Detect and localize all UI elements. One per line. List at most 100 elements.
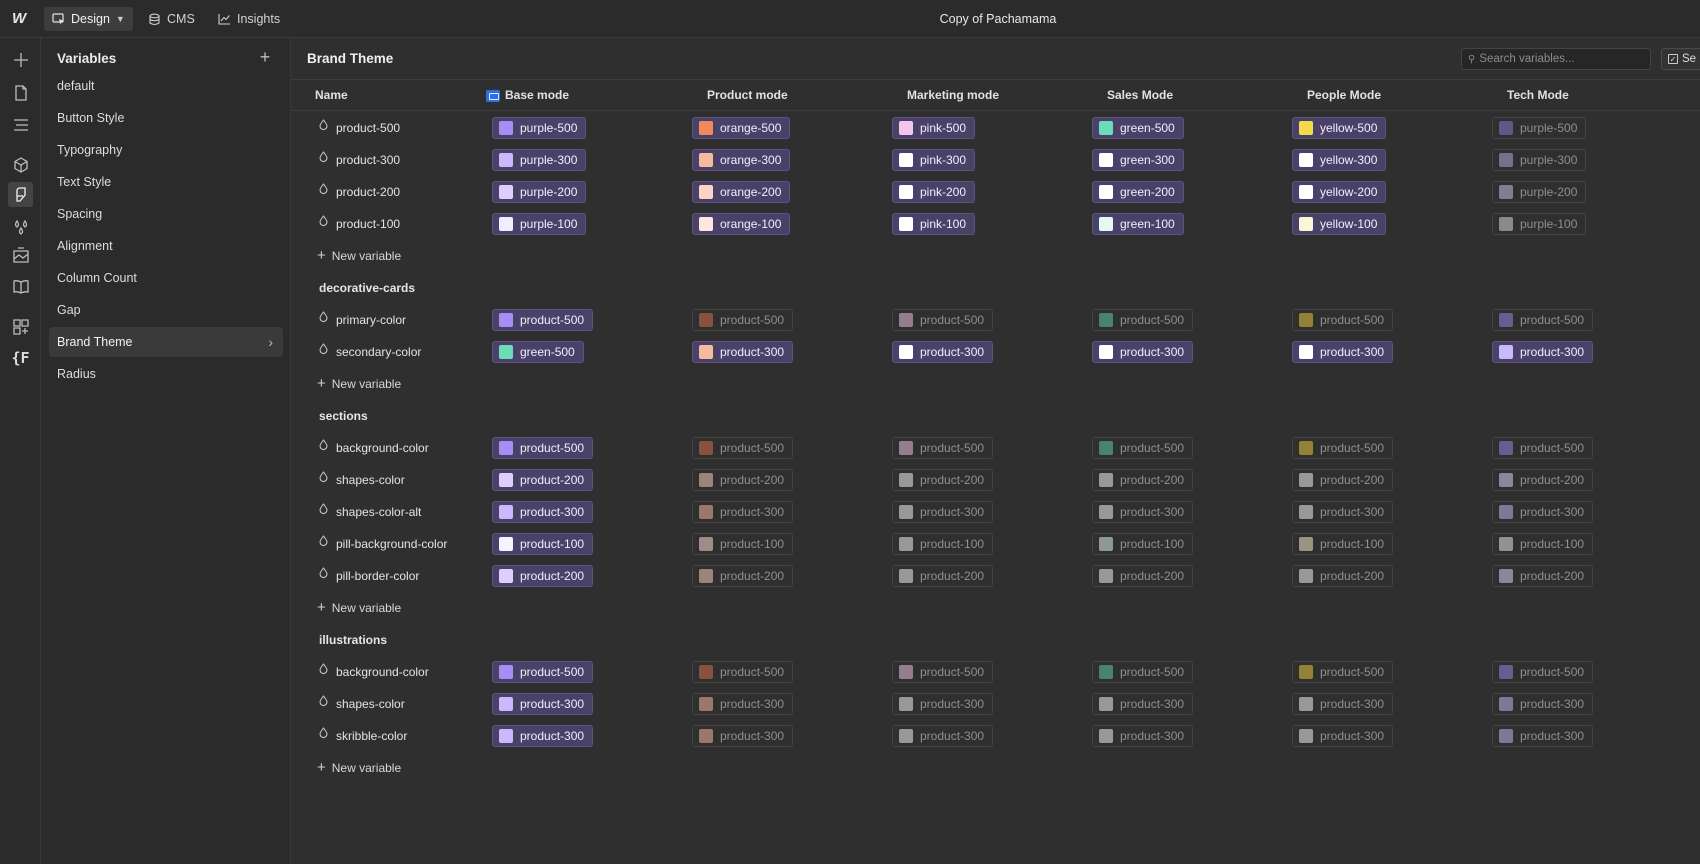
mode-value-chip[interactable]: green-500 bbox=[492, 341, 584, 363]
mode-value-chip[interactable]: product-300 bbox=[1492, 501, 1594, 523]
variable-name[interactable]: pill-border-color bbox=[319, 560, 419, 592]
mode-value-chip[interactable]: product-100 bbox=[892, 533, 994, 555]
mode-value-chip[interactable]: purple-300 bbox=[1492, 149, 1587, 171]
mode-value-chip[interactable]: product-300 bbox=[492, 501, 594, 523]
mode-value-chip[interactable]: product-300 bbox=[892, 501, 994, 523]
mode-value-chip[interactable]: product-300 bbox=[1092, 725, 1194, 747]
mode-value-chip[interactable]: product-100 bbox=[1292, 533, 1394, 555]
mode-value-chip[interactable]: product-300 bbox=[1492, 693, 1594, 715]
mode-value-chip[interactable]: product-500 bbox=[692, 309, 794, 331]
mode-value-chip[interactable]: product-500 bbox=[492, 437, 594, 459]
mode-value-chip[interactable]: purple-500 bbox=[1492, 117, 1587, 139]
mode-value-chip[interactable]: purple-200 bbox=[1492, 181, 1587, 203]
collection-item[interactable]: Brand Theme › bbox=[49, 327, 283, 357]
mode-value-chip[interactable]: product-300 bbox=[692, 725, 794, 747]
mode-value-chip[interactable]: product-300 bbox=[1092, 341, 1194, 363]
mode-value-chip[interactable]: product-500 bbox=[1492, 437, 1594, 459]
mode-value-chip[interactable]: orange-500 bbox=[692, 117, 791, 139]
mode-value-chip[interactable]: product-300 bbox=[1292, 501, 1394, 523]
mode-value-chip[interactable]: product-300 bbox=[1092, 693, 1194, 715]
column-header[interactable]: Marketing mode bbox=[907, 80, 999, 111]
mode-value-chip[interactable]: product-300 bbox=[1292, 341, 1394, 363]
apps-icon[interactable] bbox=[8, 314, 33, 339]
assets-drops-icon[interactable] bbox=[8, 214, 33, 239]
mode-value-chip[interactable]: product-300 bbox=[692, 501, 794, 523]
mode-value-chip[interactable]: orange-100 bbox=[692, 213, 791, 235]
mode-value-chip[interactable]: pink-300 bbox=[892, 149, 976, 171]
mode-value-chip[interactable]: product-300 bbox=[692, 693, 794, 715]
mode-value-chip[interactable]: product-100 bbox=[692, 533, 794, 555]
mode-value-chip[interactable]: product-500 bbox=[492, 309, 594, 331]
mode-value-chip[interactable]: product-300 bbox=[492, 725, 594, 747]
mode-value-chip[interactable]: product-300 bbox=[1492, 341, 1594, 363]
mode-value-chip[interactable]: yellow-300 bbox=[1292, 149, 1387, 171]
new-variable-button[interactable]: + New variable bbox=[317, 752, 401, 784]
mode-value-chip[interactable]: product-500 bbox=[1492, 309, 1594, 331]
mode-value-chip[interactable]: product-100 bbox=[1092, 533, 1194, 555]
mode-value-chip[interactable]: orange-300 bbox=[692, 149, 791, 171]
new-variable-button[interactable]: + New variable bbox=[317, 368, 401, 400]
mode-value-chip[interactable]: purple-100 bbox=[1492, 213, 1587, 235]
add-collection-button[interactable]: + bbox=[255, 48, 275, 68]
mode-value-chip[interactable]: product-300 bbox=[892, 341, 994, 363]
collection-item[interactable]: Button Style bbox=[49, 103, 283, 133]
column-header[interactable]: Sales Mode bbox=[1107, 80, 1173, 111]
collection-item[interactable]: Gap bbox=[49, 295, 283, 325]
mode-value-chip[interactable]: pink-500 bbox=[892, 117, 976, 139]
mode-value-chip[interactable]: product-500 bbox=[692, 437, 794, 459]
mode-value-chip[interactable]: product-300 bbox=[1292, 725, 1394, 747]
mode-value-chip[interactable]: product-100 bbox=[492, 533, 594, 555]
mode-value-chip[interactable]: product-500 bbox=[1292, 437, 1394, 459]
navigator-icon[interactable] bbox=[8, 112, 33, 137]
mode-value-chip[interactable]: product-300 bbox=[692, 341, 794, 363]
pages-icon[interactable] bbox=[8, 80, 33, 105]
variable-name[interactable]: background-color bbox=[319, 432, 429, 464]
mode-value-chip[interactable]: green-100 bbox=[1092, 213, 1184, 235]
collection-item[interactable]: default bbox=[49, 71, 283, 101]
mode-value-chip[interactable]: product-500 bbox=[892, 309, 994, 331]
mode-value-chip[interactable]: product-200 bbox=[492, 469, 594, 491]
book-icon[interactable] bbox=[8, 273, 33, 298]
mode-value-chip[interactable]: product-200 bbox=[492, 565, 594, 587]
mode-value-chip[interactable]: product-200 bbox=[692, 469, 794, 491]
variable-name[interactable]: secondary-color bbox=[319, 336, 421, 368]
mode-value-chip[interactable]: product-200 bbox=[1292, 469, 1394, 491]
mode-value-chip[interactable]: green-200 bbox=[1092, 181, 1184, 203]
mode-value-chip[interactable]: product-200 bbox=[892, 469, 994, 491]
image-icon[interactable] bbox=[8, 242, 33, 267]
collection-item[interactable]: Typography bbox=[49, 135, 283, 165]
mode-value-chip[interactable]: product-300 bbox=[1492, 725, 1594, 747]
components-icon[interactable] bbox=[8, 152, 33, 177]
collection-item[interactable]: Radius bbox=[49, 359, 283, 389]
mode-value-chip[interactable]: green-500 bbox=[1092, 117, 1184, 139]
mode-value-chip[interactable]: orange-200 bbox=[692, 181, 791, 203]
column-header[interactable]: Product mode bbox=[707, 80, 788, 111]
mode-value-chip[interactable]: product-500 bbox=[1092, 661, 1194, 683]
mode-value-chip[interactable]: purple-300 bbox=[492, 149, 587, 171]
variable-name[interactable]: shapes-color bbox=[319, 464, 405, 496]
mode-value-chip[interactable]: product-500 bbox=[1092, 437, 1194, 459]
mode-value-chip[interactable]: product-300 bbox=[892, 725, 994, 747]
mode-value-chip[interactable]: product-200 bbox=[1092, 469, 1194, 491]
mode-value-chip[interactable]: product-300 bbox=[892, 693, 994, 715]
mode-value-chip[interactable]: purple-100 bbox=[492, 213, 587, 235]
mode-value-chip[interactable]: product-500 bbox=[892, 437, 994, 459]
mode-value-chip[interactable]: product-500 bbox=[892, 661, 994, 683]
mode-value-chip[interactable]: yellow-100 bbox=[1292, 213, 1387, 235]
mode-value-chip[interactable]: product-500 bbox=[1292, 661, 1394, 683]
variable-name[interactable]: skribble-color bbox=[319, 720, 407, 752]
collection-item[interactable]: Column Count bbox=[49, 263, 283, 293]
mode-value-chip[interactable]: yellow-200 bbox=[1292, 181, 1387, 203]
mode-value-chip[interactable]: purple-500 bbox=[492, 117, 587, 139]
mode-value-chip[interactable]: product-500 bbox=[1292, 309, 1394, 331]
new-variable-button[interactable]: + New variable bbox=[317, 592, 401, 624]
mode-value-chip[interactable]: product-300 bbox=[1092, 501, 1194, 523]
mode-value-chip[interactable]: green-300 bbox=[1092, 149, 1184, 171]
variables-f-icon[interactable]: {F bbox=[8, 345, 33, 370]
variable-name[interactable]: pill-background-color bbox=[319, 528, 447, 560]
variable-name[interactable]: product-100 bbox=[319, 208, 400, 240]
variable-name[interactable]: product-300 bbox=[319, 144, 400, 176]
select-button[interactable]: ✓ Se bbox=[1661, 48, 1700, 70]
mode-value-chip[interactable]: product-200 bbox=[1492, 469, 1594, 491]
variable-name[interactable]: primary-color bbox=[319, 304, 406, 336]
